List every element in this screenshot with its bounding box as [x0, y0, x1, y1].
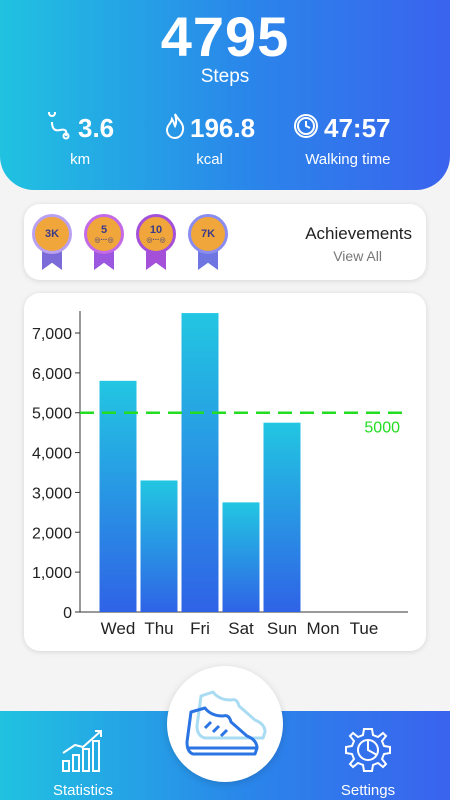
x-tick-label: Fri — [190, 619, 210, 638]
distance-value: 3.6 — [78, 113, 115, 143]
statistics-icon — [59, 730, 107, 779]
flame-icon — [164, 112, 190, 145]
steps-count: 4795 — [160, 5, 290, 68]
y-tick-label: 1,000 — [32, 565, 72, 582]
nav-settings[interactable]: Settings — [336, 725, 400, 799]
x-tick-label: Mon — [306, 619, 339, 638]
sneaker-icon — [179, 682, 271, 767]
y-tick-label: 5,000 — [32, 406, 72, 423]
bar-sun — [263, 422, 301, 612]
time-unit: Walking time — [305, 151, 391, 168]
achievement-medal-7k[interactable]: 7K — [186, 214, 230, 272]
start-walk-button[interactable] — [167, 666, 283, 782]
weekly-steps-chart: 0 1,000 2,000 3,000 4,000 5,000 6,000 7,000 Wed T… — [32, 311, 408, 638]
steps-chart-card: 0 1,000 2,000 3,000 4,000 5,000 6,000 7,000 Wed T… — [24, 293, 426, 651]
calories-unit: kcal — [196, 151, 223, 168]
achievements-card[interactable]: 3K 5 ◎···◎ 10 ◎···◎ 7K Achievements View… — [24, 204, 426, 280]
x-tick-label: Wed — [101, 619, 136, 638]
distance-stat: 3.6 km — [46, 109, 115, 168]
x-tick-label: Tue — [350, 619, 379, 638]
bar-fri — [181, 313, 219, 612]
x-tick-label: Sat — [228, 619, 254, 638]
bar-sat — [222, 502, 260, 612]
goal-label: 5000 — [364, 420, 400, 437]
y-tick-label: 4,000 — [32, 446, 72, 463]
achievement-medal-10[interactable]: 10 ◎···◎ — [134, 214, 178, 272]
y-tick-label: 0 — [63, 605, 72, 622]
header-summary: 4795 Steps 3.6 km 196.8 kcal 47:57 Walki… — [0, 0, 450, 190]
steps-label: Steps — [200, 66, 250, 87]
timer-icon — [292, 112, 324, 145]
x-tick-label: Sun — [267, 619, 297, 638]
calories-value: 196.8 — [190, 113, 256, 143]
bar-wed — [99, 380, 137, 612]
y-tick-label: 6,000 — [32, 366, 72, 383]
nav-statistics[interactable]: Statistics — [48, 725, 118, 799]
y-tick-label: 2,000 — [32, 525, 72, 542]
time-stat: 47:57 Walking time — [292, 112, 391, 168]
settings-label: Settings — [340, 782, 396, 799]
time-value: 47:57 — [324, 113, 391, 143]
settings-gear-icon — [343, 728, 393, 779]
achievements-title: Achievements — [305, 224, 412, 243]
calories-stat: 196.8 kcal — [164, 112, 255, 168]
y-tick-label: 3,000 — [32, 485, 72, 502]
statistics-label: Statistics — [52, 782, 113, 799]
x-tick-label: Thu — [144, 619, 173, 638]
view-all-link[interactable]: View All — [333, 248, 382, 264]
achievement-medal-3k[interactable]: 3K — [30, 214, 74, 272]
route-icon — [46, 109, 78, 145]
achievement-medal-5[interactable]: 5 ◎···◎ — [82, 214, 126, 272]
distance-unit: km — [70, 151, 91, 168]
bar-thu — [140, 480, 178, 612]
y-tick-label: 7,000 — [32, 326, 72, 343]
